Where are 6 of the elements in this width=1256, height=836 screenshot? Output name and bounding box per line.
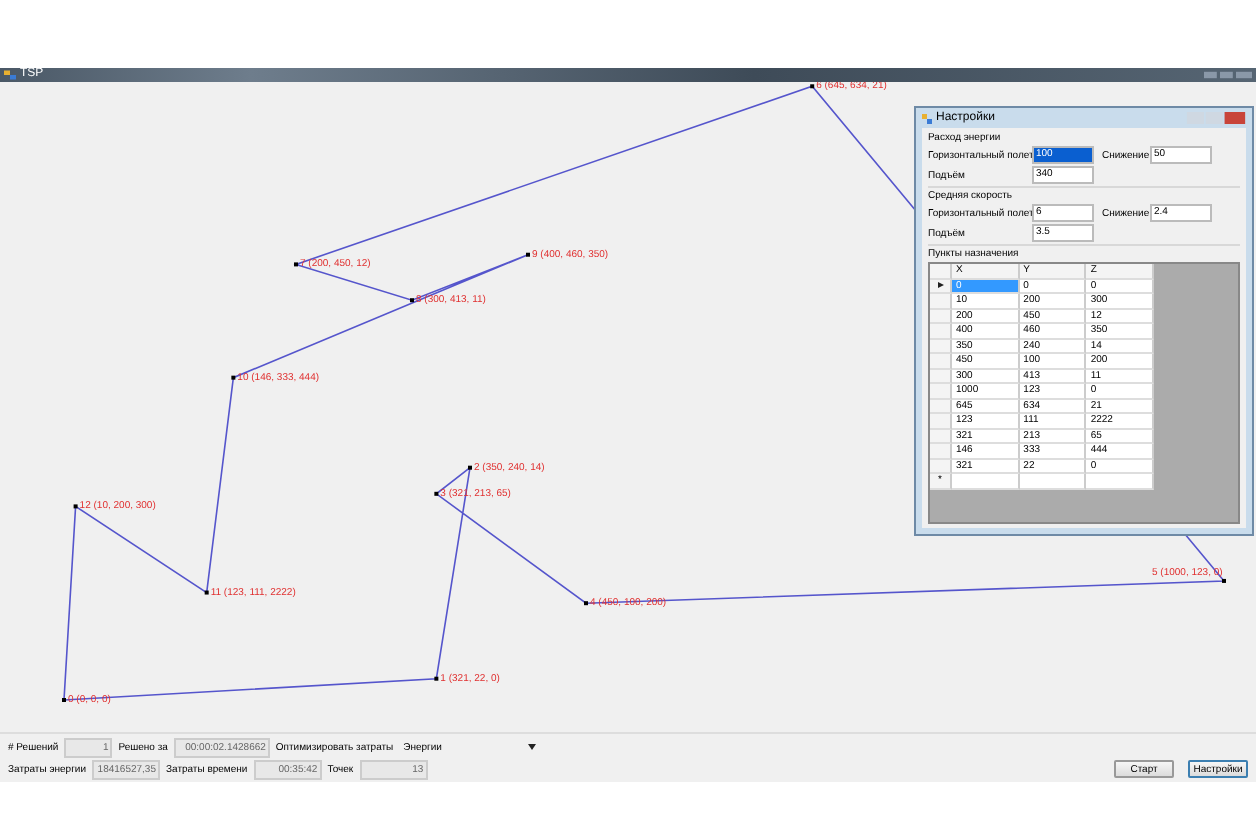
current-row-icon bbox=[937, 282, 943, 289]
window-controls-icon[interactable] bbox=[1186, 112, 1246, 124]
caret-icon bbox=[527, 744, 536, 750]
app-icon bbox=[922, 113, 932, 123]
app-icon bbox=[4, 70, 16, 80]
window-controls-icon[interactable] bbox=[1204, 70, 1252, 80]
